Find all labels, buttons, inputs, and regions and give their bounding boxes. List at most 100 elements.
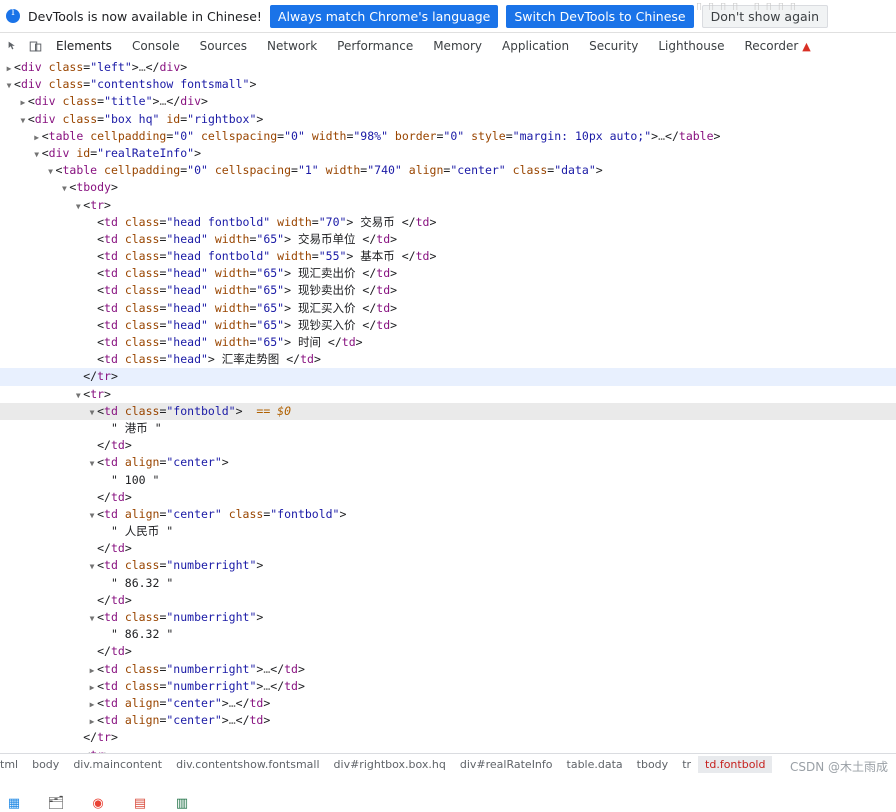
chevron-down-icon[interactable]: ▼ bbox=[18, 112, 28, 129]
tab-lighthouse[interactable]: Lighthouse bbox=[648, 34, 734, 59]
dom-node-row[interactable]: ▼ <td class="numberright"> bbox=[0, 609, 896, 626]
dom-node-row[interactable]: ▼ <div class="box hq" id="rightbox"> bbox=[0, 111, 896, 128]
dom-node-row[interactable]: ▼ <td align="center"> bbox=[0, 454, 896, 471]
dom-node-row[interactable]: </td> bbox=[0, 643, 896, 660]
dom-token-punc: < bbox=[97, 455, 105, 470]
dom-token-attr: class bbox=[117, 403, 160, 418]
chevron-right-icon[interactable]: ▶ bbox=[87, 679, 97, 696]
dom-node-row[interactable]: ▶ <td class="numberright">…</td> bbox=[0, 661, 896, 678]
chevron-down-icon[interactable]: ▼ bbox=[87, 455, 97, 472]
dom-node-row[interactable]: ▼ <div id="realRateInfo"> bbox=[0, 145, 896, 162]
elements-dom-tree[interactable]: ▶ <div class="left">…</div> ▼ <div class="c… bbox=[0, 59, 896, 754]
dom-node-row[interactable]: ▼ <td align="center" class="fontbold"> bbox=[0, 506, 896, 523]
breadcrumb-item[interactable]: tml bbox=[0, 756, 25, 773]
dom-node-row[interactable]: <td class="head" width="65"> 现汇卖出价 </td> bbox=[0, 265, 896, 282]
dom-node-row[interactable]: <td class="head" width="65"> 时间 </td> bbox=[0, 334, 896, 351]
dom-node-row[interactable]: ▶ <div class="left">…</div> bbox=[0, 59, 896, 76]
dom-node-row[interactable]: ▼ <tbody> bbox=[0, 179, 896, 196]
breadcrumb-item[interactable]: table.data bbox=[560, 756, 630, 773]
dom-node-row[interactable]: </td> bbox=[0, 489, 896, 506]
dom-node-row[interactable]: ▼ <td class="fontbold"> == $0 bbox=[0, 402, 896, 421]
breadcrumb-item[interactable]: body bbox=[25, 756, 66, 773]
chevron-down-icon[interactable]: ▼ bbox=[87, 507, 97, 524]
chevron-down-icon[interactable]: ▼ bbox=[46, 163, 56, 180]
dom-node-row[interactable]: ▶ <td align="center">…</td> bbox=[0, 695, 896, 712]
tab-application[interactable]: Application bbox=[492, 34, 579, 59]
breadcrumb-item[interactable]: td.fontbold bbox=[698, 755, 773, 773]
chevron-down-icon[interactable]: ▼ bbox=[59, 180, 69, 197]
dom-node-row[interactable]: " 100 " bbox=[0, 472, 896, 489]
dom-node-row[interactable]: <td class="head"> 汇率走势图 </td> bbox=[0, 351, 896, 368]
switch-devtools-to-chinese-button[interactable]: Switch DevTools to Chinese bbox=[506, 4, 694, 28]
dom-token-txt: 现钞买入价 bbox=[291, 317, 363, 332]
chevron-right-icon[interactable]: ▶ bbox=[87, 713, 97, 730]
breadcrumb-item[interactable]: div#realRateInfo bbox=[453, 756, 560, 773]
dom-token-punc: > bbox=[390, 231, 398, 246]
dom-node-row[interactable]: <td class="head" width="65"> 现钞卖出价 </td> bbox=[0, 282, 896, 299]
dom-node-row[interactable]: ▶ <td class="numberright">…</td> bbox=[0, 678, 896, 695]
dom-node-row[interactable]: ▶ <table cellpadding="0" cellspacing="0" … bbox=[0, 128, 896, 145]
dom-node-row[interactable]: ▼ <tr> bbox=[0, 386, 896, 403]
chevron-down-icon[interactable]: ▼ bbox=[87, 610, 97, 627]
dom-node-row[interactable]: ▼ <tr> bbox=[0, 197, 896, 214]
dom-node-row[interactable]: ▶ <div class="title">…</div> bbox=[0, 93, 896, 110]
dom-node-row[interactable]: " 港币 " bbox=[0, 420, 896, 437]
breadcrumb-item[interactable]: tbody bbox=[630, 756, 676, 773]
tab-memory[interactable]: Memory bbox=[423, 34, 492, 59]
chevron-down-icon[interactable]: ▼ bbox=[87, 558, 97, 575]
dom-node-row[interactable]: ▼ <table cellpadding="0" cellspacing="1" … bbox=[0, 162, 896, 179]
dom-token-punc: = bbox=[291, 163, 298, 178]
breadcrumb-item[interactable]: tr bbox=[675, 756, 698, 773]
spreadsheet-icon[interactable]: ▥ bbox=[172, 795, 192, 812]
dom-node-row[interactable]: </td> bbox=[0, 540, 896, 557]
dont-show-again-button[interactable]: Don't show again bbox=[701, 4, 829, 28]
inspect-element-icon[interactable] bbox=[2, 35, 24, 57]
dom-node-row[interactable]: </tr> bbox=[0, 368, 896, 386]
tab-sources[interactable]: Sources bbox=[190, 34, 257, 59]
breadcrumb-item[interactable]: div#rightbox.box.hq bbox=[327, 756, 453, 773]
dom-node-row[interactable]: <td class="head" width="65"> 现钞买入价 </td> bbox=[0, 317, 896, 334]
dom-node-row[interactable]: <td class="head fontbold" width="70"> 交易… bbox=[0, 214, 896, 231]
breadcrumb-item[interactable]: div.maincontent bbox=[66, 756, 169, 773]
file-explorer-icon[interactable]: 🗂 bbox=[46, 795, 66, 812]
dom-node-row[interactable]: " 人民币 " bbox=[0, 523, 896, 540]
dom-node-row[interactable]: </td> bbox=[0, 592, 896, 609]
tab-performance[interactable]: Performance bbox=[327, 34, 423, 59]
chrome-icon[interactable]: ◉ bbox=[88, 795, 108, 812]
dom-node-row[interactable]: ▼ <div class="contentshow fontsmall"> bbox=[0, 76, 896, 93]
chevron-right-icon[interactable]: ▶ bbox=[4, 60, 14, 77]
dom-node-row[interactable]: ▶ <td align="center">…</td> bbox=[0, 712, 896, 729]
dom-node-row[interactable]: ▼ <td class="numberright"> bbox=[0, 557, 896, 574]
dom-token-punc: </ bbox=[97, 489, 111, 504]
tab-recorder[interactable]: Recorder ▲ bbox=[735, 34, 821, 59]
chevron-down-icon[interactable]: ▼ bbox=[73, 387, 83, 404]
dom-token-punc: > bbox=[390, 300, 398, 315]
dom-node-row[interactable]: <td class="head" width="65"> 现汇买入价 </td> bbox=[0, 300, 896, 317]
breadcrumb-item[interactable]: div.contentshow.fontsmall bbox=[169, 756, 326, 773]
dom-token-val: "center" bbox=[166, 695, 222, 710]
toggle-device-toolbar-icon[interactable] bbox=[24, 35, 46, 57]
dom-node-row[interactable]: <td class="head fontbold" width="55"> 基本… bbox=[0, 248, 896, 265]
chevron-right-icon[interactable]: ▶ bbox=[87, 662, 97, 679]
dom-node-row[interactable]: " 86.32 " bbox=[0, 575, 896, 592]
dom-node-row[interactable]: </tr> bbox=[0, 729, 896, 746]
tab-console[interactable]: Console bbox=[122, 34, 190, 59]
chevron-right-icon[interactable]: ▶ bbox=[32, 129, 42, 146]
tab-elements[interactable]: Elements bbox=[46, 34, 122, 59]
pc-app-icon[interactable]: ▤ bbox=[130, 795, 150, 812]
tab-network[interactable]: Network bbox=[257, 34, 327, 59]
dom-node-row[interactable]: <td class="head" width="65"> 交易币单位 </td> bbox=[0, 231, 896, 248]
match-chrome-language-button[interactable]: Always match Chrome's language bbox=[269, 4, 499, 28]
tab-security[interactable]: Security bbox=[579, 34, 648, 59]
chevron-down-icon[interactable]: ▼ bbox=[32, 146, 42, 163]
dom-node-row[interactable]: </td> bbox=[0, 437, 896, 454]
chevron-down-icon[interactable]: ▼ bbox=[73, 198, 83, 215]
chevron-down-icon[interactable]: ▼ bbox=[87, 404, 97, 421]
windows-start-icon[interactable]: ▦ bbox=[4, 795, 24, 812]
dom-node-row[interactable]: " 86.32 " bbox=[0, 626, 896, 643]
chevron-right-icon[interactable]: ▶ bbox=[18, 94, 28, 111]
chevron-right-icon[interactable]: ▶ bbox=[87, 696, 97, 713]
chevron-down-icon[interactable]: ▼ bbox=[4, 77, 14, 94]
